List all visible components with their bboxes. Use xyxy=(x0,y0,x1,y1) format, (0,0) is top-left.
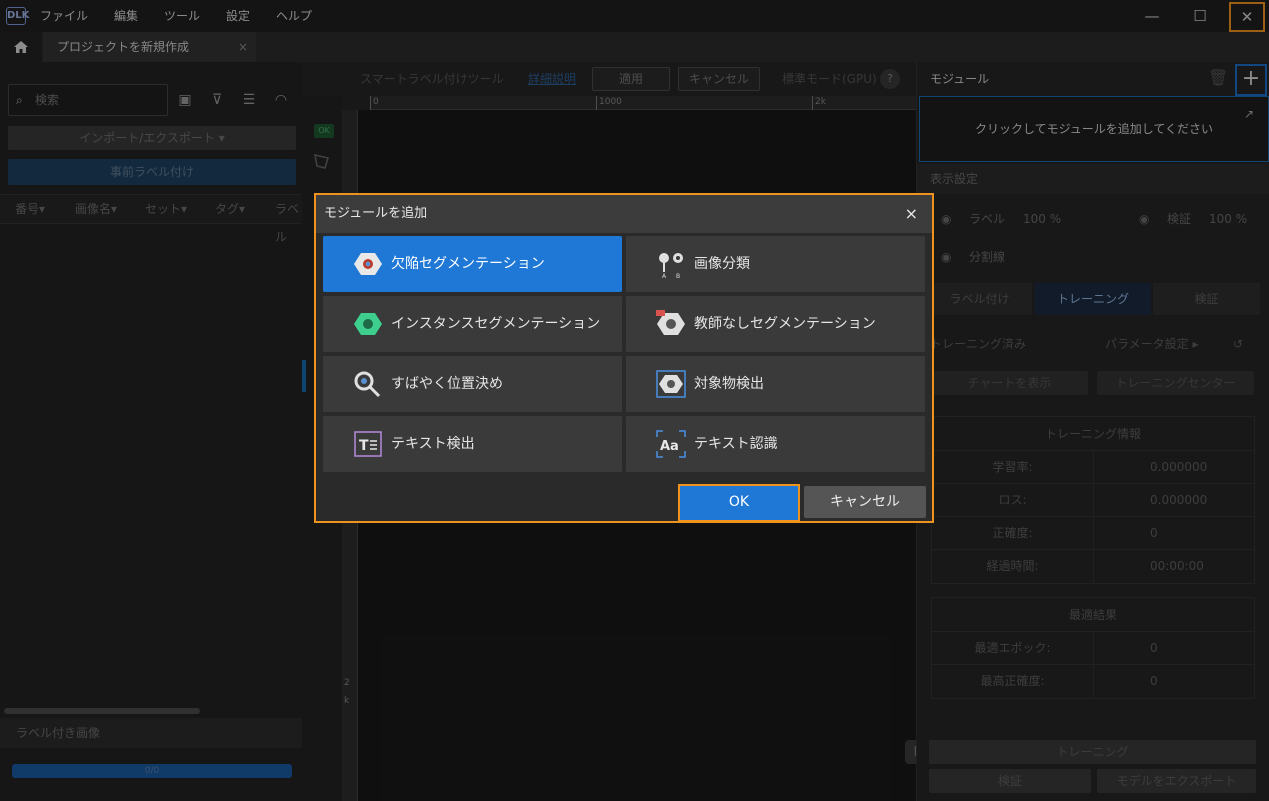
dialog-title: モジュールを追加 xyxy=(324,206,428,221)
module-object-detection[interactable]: 対象物検出 xyxy=(626,356,925,412)
dialog-title-bar: モジュールを追加 × xyxy=(316,195,932,233)
svg-text:T: T xyxy=(359,438,369,454)
svg-text:A: A xyxy=(662,273,667,278)
defect-segmentation-icon xyxy=(354,253,382,275)
instance-segmentation-icon xyxy=(354,313,382,335)
module-label: テキスト検出 xyxy=(391,436,475,452)
cancel-button[interactable]: キャンセル xyxy=(804,486,926,518)
unsupervised-segmentation-icon xyxy=(656,310,685,335)
image-classification-icon: A B xyxy=(659,253,683,278)
text-detection-icon: T xyxy=(354,431,382,457)
module-image-classification[interactable]: A B 画像分類 xyxy=(626,236,925,292)
module-label: テキスト認識 xyxy=(694,436,778,452)
module-label: 対象物検出 xyxy=(694,376,764,392)
ok-button[interactable]: OK xyxy=(678,484,800,522)
text-recognition-icon: Aa xyxy=(656,430,686,458)
dialog-close-icon[interactable]: × xyxy=(905,195,918,233)
module-unsupervised-segmentation[interactable]: 教師なしセグメンテーション xyxy=(626,296,925,352)
module-label: インスタンスセグメンテーション xyxy=(391,316,601,332)
svg-text:B: B xyxy=(676,273,680,278)
fast-positioning-icon xyxy=(354,371,381,398)
module-instance-segmentation[interactable]: インスタンスセグメンテーション xyxy=(323,296,622,352)
add-module-dialog: モジュールを追加 × 欠陥セグメンテーション A B 画像分類 インスタンスセグ… xyxy=(314,193,934,523)
module-label: 教師なしセグメンテーション xyxy=(694,316,876,332)
module-text-recognition[interactable]: Aa テキスト認識 xyxy=(626,416,925,472)
module-label: 画像分類 xyxy=(694,256,750,272)
module-defect-segmentation[interactable]: 欠陥セグメンテーション xyxy=(323,236,622,292)
module-text-detection[interactable]: T テキスト検出 xyxy=(323,416,622,472)
object-detection-icon xyxy=(656,370,686,398)
module-label: すばやく位置決め xyxy=(391,376,503,392)
module-label: 欠陥セグメンテーション xyxy=(391,256,545,272)
module-fast-positioning[interactable]: すばやく位置決め xyxy=(323,356,622,412)
svg-text:Aa: Aa xyxy=(660,439,679,454)
